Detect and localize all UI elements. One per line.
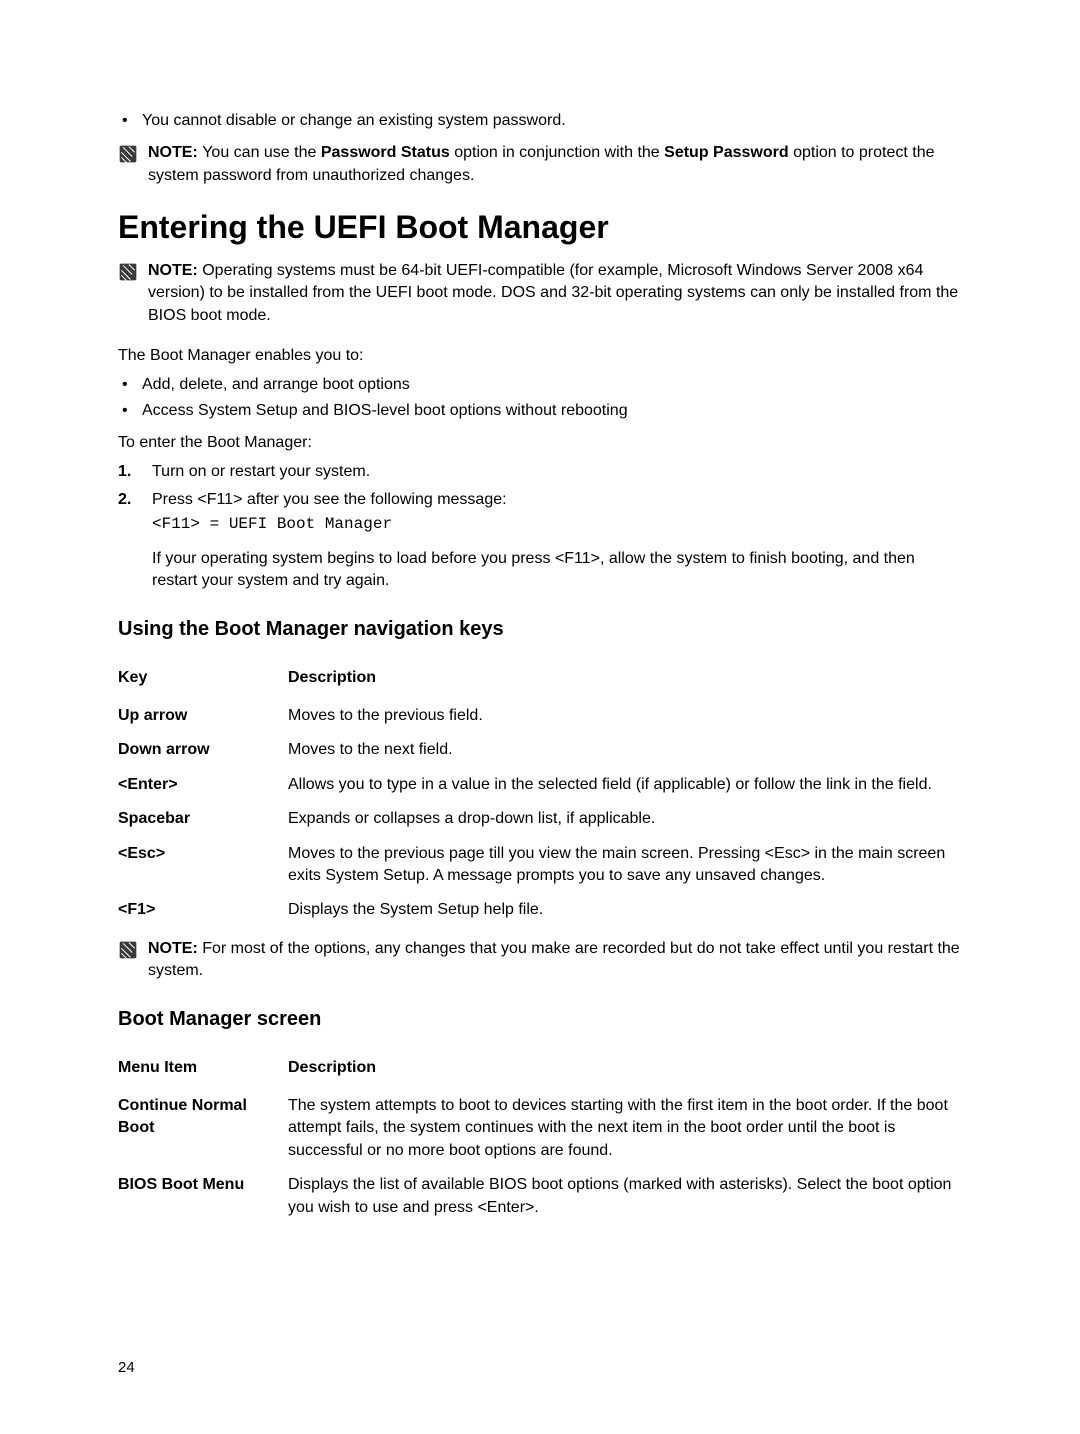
note-2: NOTE: Operating systems must be 64-bit U… bbox=[118, 260, 962, 327]
table-header: Key Description bbox=[118, 661, 962, 699]
table-row: BIOS Boot MenuDisplays the list of avail… bbox=[118, 1168, 962, 1225]
step-2-code: <F11> = UEFI Boot Manager bbox=[152, 513, 962, 535]
step-2-after: If your operating system begins to load … bbox=[118, 548, 962, 593]
list-item: You cannot disable or change an existing… bbox=[118, 110, 962, 132]
note-text: NOTE: You can use the Password Status op… bbox=[148, 142, 962, 187]
page-title: Entering the UEFI Boot Manager bbox=[118, 205, 962, 250]
table-row: <Esc>Moves to the previous page till you… bbox=[118, 837, 962, 894]
table-row: Down arrowMoves to the next field. bbox=[118, 733, 962, 767]
note-text: NOTE: For most of the options, any chang… bbox=[148, 938, 962, 983]
col-key: Key bbox=[118, 661, 288, 699]
boot-manager-screen-table: Menu Item Description Continue Normal Bo… bbox=[118, 1051, 962, 1225]
table-row: Continue Normal BootThe system attempts … bbox=[118, 1089, 962, 1168]
note-1: NOTE: You can use the Password Status op… bbox=[118, 142, 962, 187]
note-text: NOTE: Operating systems must be 64-bit U… bbox=[148, 260, 962, 327]
table-row: SpacebarExpands or collapses a drop-down… bbox=[118, 802, 962, 836]
nav-keys-table: Key Description Up arrowMoves to the pre… bbox=[118, 661, 962, 928]
top-bullet-list: You cannot disable or change an existing… bbox=[118, 110, 962, 132]
table-header: Menu Item Description bbox=[118, 1051, 962, 1089]
note-icon bbox=[118, 940, 138, 967]
heading-nav-keys: Using the Boot Manager navigation keys bbox=[118, 615, 962, 643]
col-item: Menu Item bbox=[118, 1051, 288, 1089]
step-2: 2.Press <F11> after you see the followin… bbox=[118, 489, 962, 536]
note-icon bbox=[118, 144, 138, 171]
col-desc: Description bbox=[288, 661, 962, 699]
note-icon bbox=[118, 262, 138, 289]
list-item: Add, delete, and arrange boot options bbox=[118, 374, 962, 396]
col-desc: Description bbox=[288, 1051, 962, 1089]
step-1: 1.Turn on or restart your system. bbox=[118, 461, 962, 483]
boot-manager-intro: The Boot Manager enables you to: bbox=[118, 345, 962, 367]
note-3: NOTE: For most of the options, any chang… bbox=[118, 938, 962, 983]
page-number: 24 bbox=[118, 1357, 135, 1378]
heading-boot-manager-screen: Boot Manager screen bbox=[118, 1005, 962, 1033]
enter-intro: To enter the Boot Manager: bbox=[118, 432, 962, 454]
table-row: <F1>Displays the System Setup help file. bbox=[118, 893, 962, 927]
table-row: <Enter>Allows you to type in a value in … bbox=[118, 768, 962, 802]
list-item: Access System Setup and BIOS-level boot … bbox=[118, 400, 962, 422]
boot-manager-list: Add, delete, and arrange boot options Ac… bbox=[118, 374, 962, 423]
steps-list: 1.Turn on or restart your system. 2.Pres… bbox=[118, 461, 962, 536]
table-row: Up arrowMoves to the previous field. bbox=[118, 699, 962, 733]
